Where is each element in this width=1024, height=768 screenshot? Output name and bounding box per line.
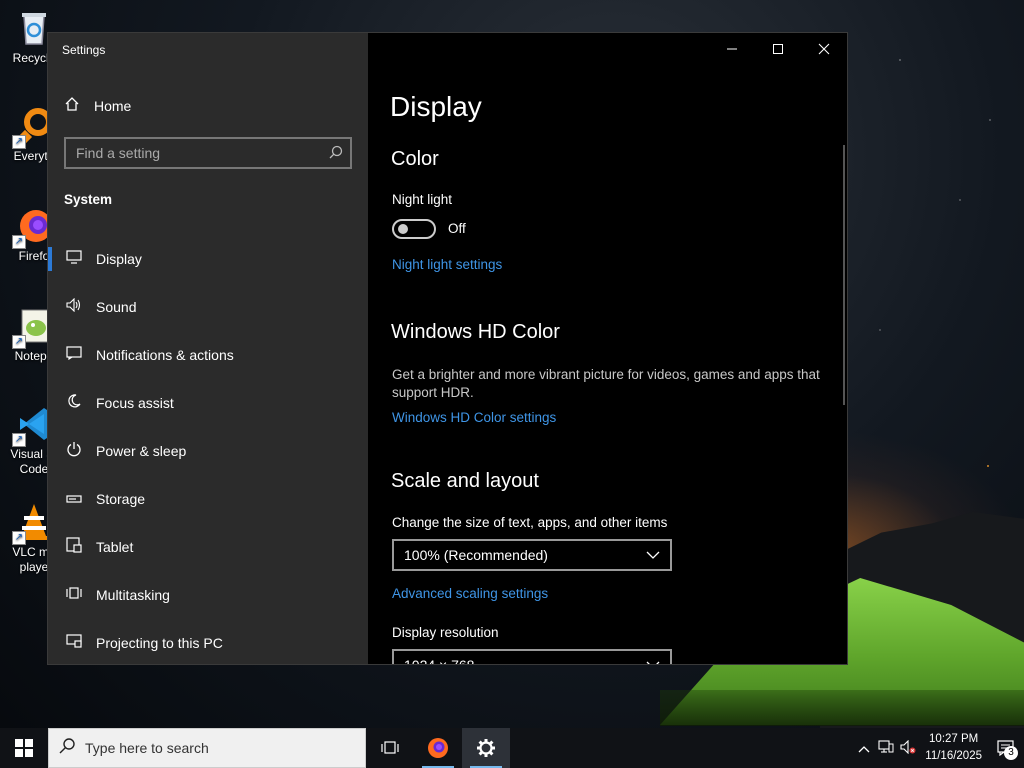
tablet-icon [64, 537, 84, 557]
settings-content: Display Color Night light Off Night ligh… [368, 33, 847, 664]
find-setting-input[interactable] [66, 144, 322, 162]
night-light-toggle[interactable] [392, 219, 436, 239]
settings-sidebar: Settings Home System Display [48, 33, 368, 664]
display-resolution-label: Display resolution [392, 625, 499, 640]
page-title: Display [390, 91, 482, 122]
windows-logo-icon [15, 739, 33, 757]
search-icon [49, 737, 85, 759]
hd-color-settings-link[interactable]: Windows HD Color settings [392, 410, 556, 425]
shortcut-arrow-icon: ↗ [12, 531, 26, 545]
shortcut-arrow-icon: ↗ [12, 335, 26, 349]
search-icon[interactable] [322, 145, 350, 162]
maximize-button[interactable] [755, 33, 801, 65]
night-light-state: Off [448, 221, 466, 236]
nav-item-label: Display [96, 251, 142, 267]
scale-dropdown[interactable]: 100% (Recommended) [392, 539, 672, 571]
shortcut-arrow-icon: ↗ [12, 135, 26, 149]
system-nav-list: Display Sound Notifications & actions Fo… [48, 235, 368, 664]
nav-item-sound[interactable]: Sound [48, 283, 368, 331]
nav-item-storage[interactable]: Storage [48, 475, 368, 523]
nav-item-notifications[interactable]: Notifications & actions [48, 331, 368, 379]
window-title: Settings [62, 43, 106, 57]
nav-item-multitasking[interactable]: Multitasking [48, 571, 368, 619]
home-label: Home [94, 97, 132, 114]
scale-layout-heading: Scale and layout [391, 470, 539, 492]
nav-item-label: Storage [96, 491, 146, 507]
task-view-button[interactable] [366, 728, 414, 768]
scale-dropdown-value: 100% (Recommended) [404, 547, 548, 563]
minimize-button[interactable] [709, 33, 755, 65]
close-button[interactable] [801, 33, 847, 65]
home-icon [64, 96, 80, 115]
taskbar-search-box[interactable]: Type here to search [48, 728, 366, 768]
maximize-icon [773, 44, 783, 54]
toggle-knob [398, 224, 408, 234]
home-nav-item[interactable]: Home [64, 96, 131, 115]
taskbar-firefox-button[interactable] [414, 728, 462, 768]
night-light-settings-link[interactable]: Night light settings [392, 257, 502, 272]
nav-item-display[interactable]: Display [48, 235, 368, 283]
power-icon [64, 441, 84, 461]
nav-item-label: Tablet [96, 539, 134, 555]
task-view-icon [381, 741, 399, 754]
nav-item-focus-assist[interactable]: Focus assist [48, 379, 368, 427]
shortcut-arrow-icon: ↗ [12, 235, 26, 249]
minimize-icon [727, 48, 737, 50]
taskbar-search-placeholder: Type here to search [85, 740, 209, 756]
action-center-button[interactable]: 3 [988, 728, 1024, 768]
close-icon [818, 43, 830, 55]
color-heading: Color [391, 148, 439, 170]
nav-item-projecting[interactable]: Projecting to this PC [48, 619, 368, 664]
firefox-icon [428, 738, 448, 758]
volume-muted-icon[interactable] [897, 739, 919, 757]
nav-item-label: Power & sleep [96, 443, 187, 459]
taskbar-clock[interactable]: 10:27 PM 11/16/2025 [919, 731, 988, 765]
taskbar-settings-button[interactable] [462, 728, 510, 768]
network-icon[interactable] [875, 739, 897, 757]
content-scrollbar[interactable] [843, 145, 845, 405]
find-setting-search[interactable] [64, 137, 352, 169]
night-light-label: Night light [392, 192, 453, 207]
hd-color-heading: Windows HD Color [391, 321, 560, 343]
speaker-icon [64, 297, 84, 316]
wallpaper-ground [660, 690, 1024, 726]
nav-item-label: Sound [96, 299, 137, 315]
shortcut-arrow-icon: ↗ [12, 433, 26, 447]
resolution-dropdown[interactable]: 1024 × 768 [392, 649, 672, 665]
multitasking-icon [64, 585, 84, 605]
nav-item-label: Multitasking [96, 587, 170, 603]
clock-date: 11/16/2025 [925, 750, 982, 762]
start-button[interactable] [0, 728, 48, 768]
settings-window: Settings Home System Display [47, 32, 848, 665]
chevron-up-icon[interactable] [853, 741, 875, 756]
system-tray: 10:27 PM 11/16/2025 3 [853, 728, 1024, 768]
chevron-down-icon [646, 551, 660, 559]
nav-item-label: Notifications & actions [96, 347, 234, 363]
notification-count-badge: 3 [1004, 746, 1018, 760]
section-title-system: System [64, 192, 113, 207]
gear-icon [477, 739, 495, 757]
resolution-dropdown-value: 1024 × 768 [404, 657, 475, 665]
moon-icon [64, 393, 84, 413]
nav-item-tablet[interactable]: Tablet [48, 523, 368, 571]
nav-item-label: Projecting to this PC [96, 635, 223, 651]
advanced-scaling-link[interactable]: Advanced scaling settings [392, 586, 548, 601]
projector-icon [64, 634, 84, 652]
taskbar: Type here to search 10:27 PM 11/16/2025 … [0, 728, 1024, 768]
notifications-icon [64, 346, 84, 364]
hd-color-description: Get a brighter and more vibrant picture … [392, 367, 820, 400]
nav-item-power-sleep[interactable]: Power & sleep [48, 427, 368, 475]
text-size-label: Change the size of text, apps, and other… [392, 515, 668, 530]
clock-time: 10:27 PM [929, 733, 979, 745]
chevron-down-icon [646, 661, 660, 664]
monitor-icon [64, 250, 84, 268]
storage-icon [64, 491, 84, 508]
nav-item-label: Focus assist [96, 395, 174, 411]
